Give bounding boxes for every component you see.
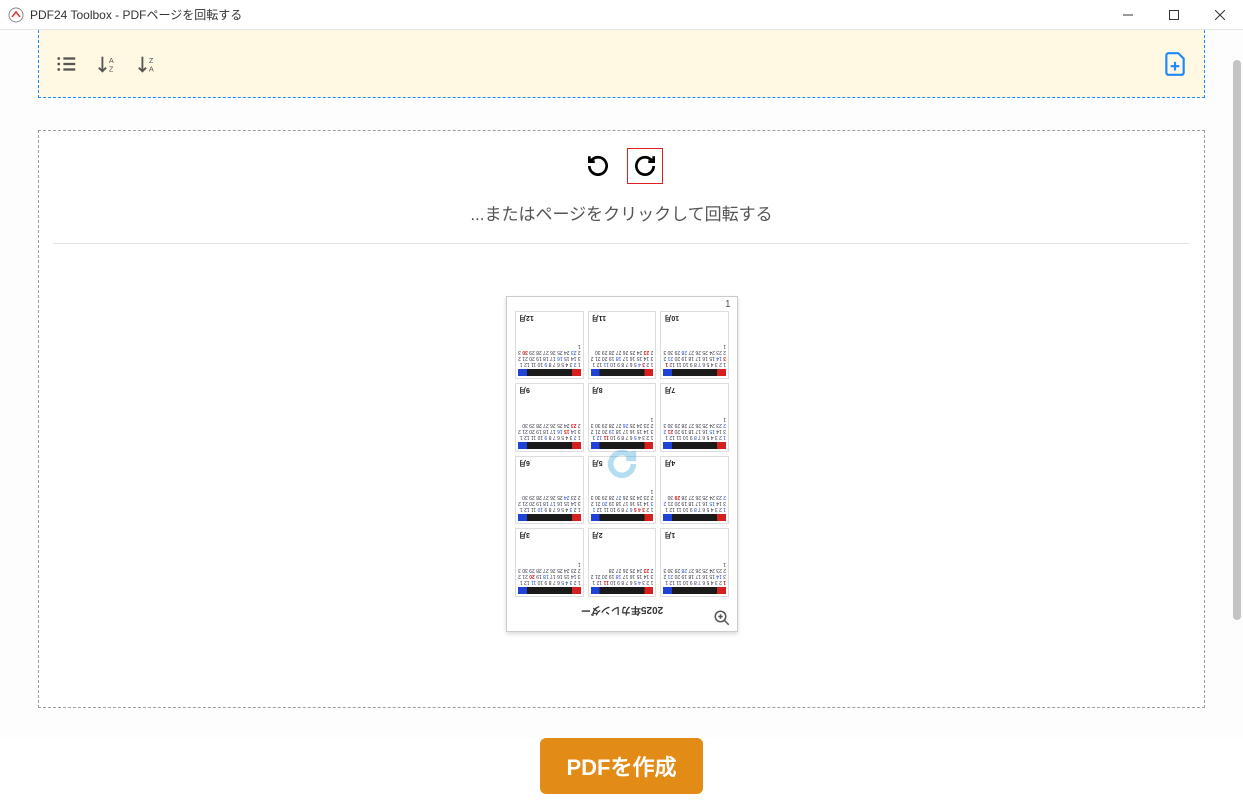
app-body: AZ ZA ...またはページをクリックして回転する xyxy=(0,30,1243,800)
create-pdf-button[interactable]: PDFを作成 xyxy=(540,738,702,794)
add-file-button[interactable] xyxy=(1160,49,1190,79)
rotate-hint-text: ...またはページをクリックして回転する xyxy=(39,192,1204,243)
svg-text:Z: Z xyxy=(109,64,114,73)
window-titlebar: PDF24 Toolbox - PDFページを回転する xyxy=(0,0,1243,30)
add-file-icon xyxy=(1162,51,1188,77)
rotate-ccw-icon xyxy=(585,153,611,179)
rotate-cw-button[interactable] xyxy=(628,149,662,183)
zoom-in-button[interactable] xyxy=(713,609,731,627)
window-title: PDF24 Toolbox - PDFページを回転する xyxy=(30,6,242,23)
sort-az-button[interactable]: AZ xyxy=(93,50,121,78)
rotate-ccw-button[interactable] xyxy=(581,149,615,183)
window-maximize-button[interactable] xyxy=(1151,0,1197,30)
page-number-label: 1 xyxy=(725,299,731,310)
sort-az-icon: AZ xyxy=(96,53,118,75)
svg-text:A: A xyxy=(149,64,154,73)
thumbnail-title: 2025年カレンダー xyxy=(507,604,737,619)
rotate-cw-icon xyxy=(632,153,658,179)
sort-za-button[interactable]: ZA xyxy=(133,50,161,78)
rotate-overlay-icon xyxy=(605,447,639,481)
zoom-in-icon xyxy=(713,609,731,627)
list-view-button[interactable] xyxy=(53,50,81,78)
window-minimize-button[interactable] xyxy=(1105,0,1151,30)
bottom-bar: PDFを作成 xyxy=(0,738,1243,800)
app-icon xyxy=(8,7,24,23)
list-icon xyxy=(56,53,78,75)
window-close-button[interactable] xyxy=(1197,0,1243,30)
work-area: ...またはページをクリックして回転する 1 1 2 3 4 5 6 7 8 9… xyxy=(38,130,1205,708)
file-toolbar: AZ ZA xyxy=(38,30,1205,98)
vertical-scrollbar[interactable] xyxy=(1233,60,1241,620)
rotate-controls xyxy=(39,131,1204,192)
sort-za-icon: ZA xyxy=(136,53,158,75)
page-thumbnail[interactable]: 1 1 2 3 4 5 6 7 8 9 10 11 12 13 14 15 16… xyxy=(506,296,738,632)
